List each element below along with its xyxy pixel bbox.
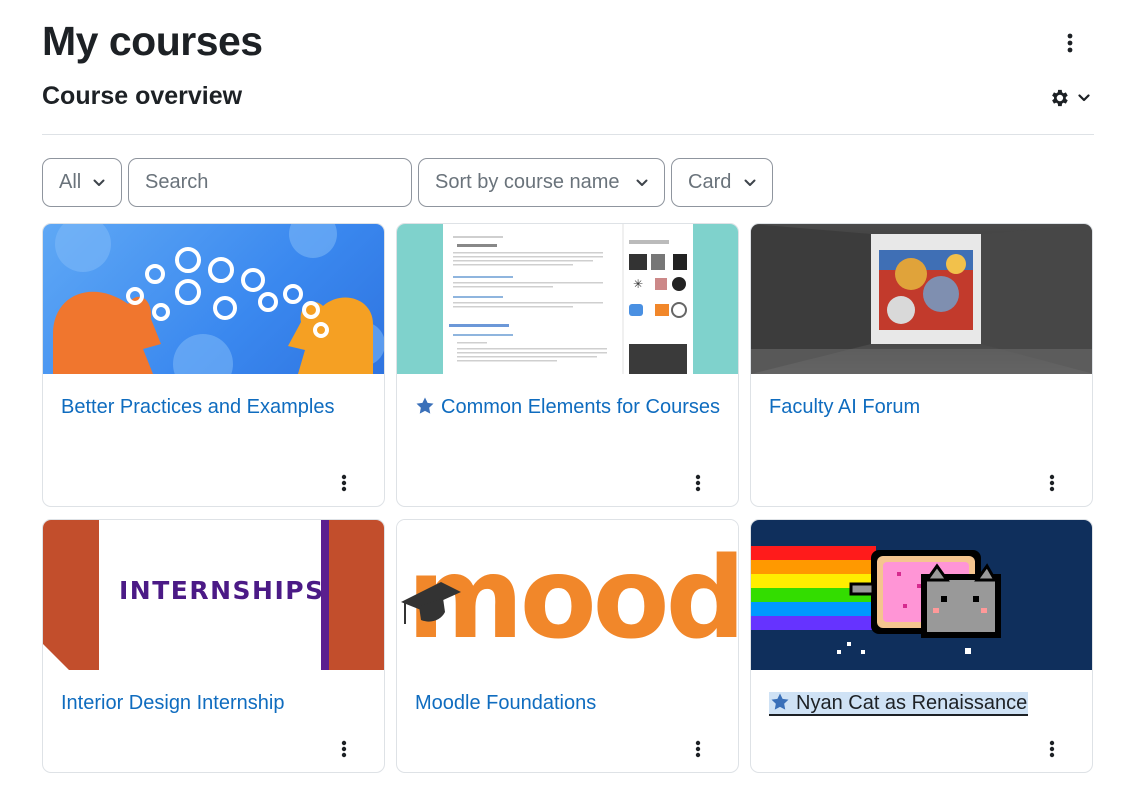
vertical-dots-icon — [1067, 33, 1073, 53]
star-icon — [416, 397, 434, 414]
course-name-link[interactable]: Better Practices and Examples — [61, 392, 366, 422]
selected-text-highlight: Nyan Cat as Renaissance — [769, 692, 1029, 716]
course-overview-heading: Course overview — [42, 82, 243, 110]
course-card: moodle Moodle Foundations — [396, 519, 739, 773]
course-card: ✳ Common Elements for Courses — [396, 223, 739, 507]
chevron-down-icon — [1078, 94, 1090, 102]
course-image-nyan-cat — [751, 546, 1001, 654]
course-name-link[interactable]: Faculty AI Forum — [769, 392, 1074, 422]
course-overview-settings[interactable] — [1048, 84, 1098, 112]
course-image[interactable]: moodle — [397, 520, 738, 670]
course-card: INTERNSHIPS Interior Design Internship — [42, 519, 385, 773]
course-image-gallery — [751, 224, 1092, 374]
course-card: Better Practices and Examples — [42, 223, 385, 507]
grouping-dropdown[interactable]: All — [42, 158, 122, 207]
view-dropdown[interactable]: Card — [671, 158, 773, 207]
chevron-down-icon — [744, 179, 756, 186]
graduation-cap-icon — [401, 582, 461, 624]
course-actions-menu[interactable] — [332, 470, 356, 496]
course-name-link[interactable]: Nyan Cat as Renaissance — [769, 688, 1074, 718]
course-image[interactable] — [751, 520, 1092, 670]
vertical-dots-icon — [341, 474, 347, 492]
chevron-down-icon — [93, 179, 105, 186]
course-image-screenshot: ✳ — [443, 224, 693, 374]
course-actions-menu[interactable] — [686, 736, 710, 762]
vertical-dots-icon — [695, 474, 701, 492]
vertical-dots-icon — [341, 740, 347, 758]
course-name-link[interactable]: Interior Design Internship — [61, 688, 366, 718]
course-actions-menu[interactable] — [1040, 736, 1064, 762]
course-card: Faculty AI Forum — [750, 223, 1093, 507]
chevron-down-icon — [636, 179, 648, 186]
course-image[interactable] — [43, 224, 384, 374]
search-input[interactable]: Search — [128, 158, 412, 207]
course-name-link[interactable]: Moodle Foundations — [415, 688, 720, 718]
course-image-text: INTERNSHIPS — [119, 576, 325, 605]
course-image[interactable]: INTERNSHIPS — [43, 520, 384, 670]
sort-dropdown[interactable]: Sort by course name — [418, 158, 665, 207]
gear-icon — [1052, 89, 1068, 107]
course-image[interactable]: ✳ — [397, 224, 738, 374]
vertical-dots-icon — [1049, 740, 1055, 758]
search-placeholder: Search — [145, 171, 209, 193]
view-value: Card — [688, 171, 732, 193]
vertical-dots-icon — [695, 740, 701, 758]
svg-text:✳: ✳ — [633, 277, 643, 291]
star-icon — [771, 693, 789, 710]
course-actions-menu[interactable] — [686, 470, 710, 496]
page-title: My courses — [42, 18, 263, 64]
grouping-value: All — [59, 171, 82, 193]
header-divider — [42, 134, 1094, 135]
page-actions-menu[interactable] — [1058, 30, 1082, 56]
vertical-dots-icon — [1049, 474, 1055, 492]
sort-value: Sort by course name — [435, 171, 620, 193]
course-image[interactable] — [751, 224, 1092, 374]
course-image-illustration — [53, 224, 384, 374]
course-name-link[interactable]: Common Elements for Courses — [415, 392, 720, 422]
course-card: Nyan Cat as Renaissance — [750, 519, 1093, 773]
course-actions-menu[interactable] — [1040, 470, 1064, 496]
course-actions-menu[interactable] — [332, 736, 356, 762]
